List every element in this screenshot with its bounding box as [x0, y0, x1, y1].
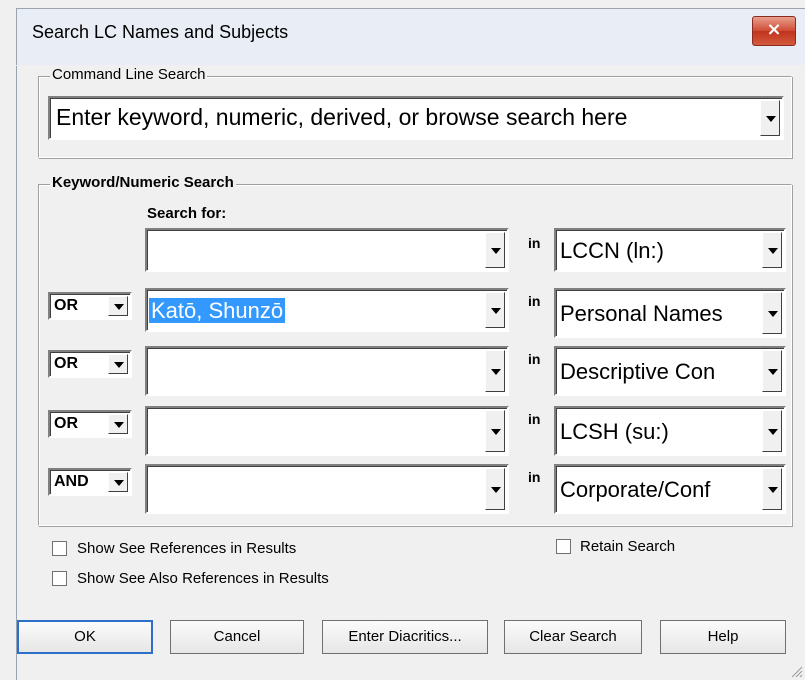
index-value-2[interactable]: Personal Names [560, 301, 723, 327]
search-term-dropdown-icon-5[interactable] [485, 468, 505, 510]
search-term-combo-1[interactable] [145, 228, 509, 272]
operator-combo-5[interactable]: AND [48, 468, 132, 496]
search-for-label: Search for: [147, 205, 227, 222]
command-line-dropdown-icon[interactable] [760, 100, 780, 136]
index-value-1[interactable]: LCCN (ln:) [560, 238, 664, 264]
search-term-dropdown-icon-1[interactable] [485, 232, 505, 268]
index-combo-3[interactable]: Descriptive Con [554, 346, 786, 396]
operator-dropdown-icon-3[interactable] [108, 354, 128, 374]
index-value-4[interactable]: LCSH (su:) [560, 419, 669, 445]
resize-grip-icon[interactable] [789, 664, 803, 678]
ok-button[interactable]: OK [17, 620, 153, 654]
index-dropdown-icon-1[interactable] [762, 232, 782, 268]
search-term-combo-4[interactable] [145, 406, 509, 456]
operator-value-3[interactable]: OR [54, 355, 78, 373]
show-see-refs-label[interactable]: Show See References in Results [77, 540, 296, 557]
operator-dropdown-icon-4[interactable] [108, 414, 128, 434]
search-term-value-2[interactable]: Katō, Shunzō [149, 298, 286, 324]
command-line-legend: Command Line Search [50, 66, 208, 83]
title-bar: Search LC Names and Subjects × [0, 0, 805, 66]
search-term-combo-3[interactable] [145, 346, 509, 396]
keyword-legend: Keyword/Numeric Search [50, 174, 236, 191]
search-term-combo-5[interactable] [145, 464, 509, 514]
index-combo-1[interactable]: LCCN (ln:) [554, 228, 786, 272]
operator-combo-3[interactable]: OR [48, 350, 132, 378]
operator-combo-4[interactable]: OR [48, 410, 132, 438]
close-icon: × [766, 19, 782, 40]
in-label-1: in [528, 235, 541, 251]
search-term-selection-2[interactable]: Katō, Shunzō [149, 298, 286, 323]
operator-combo-2[interactable]: OR [48, 292, 132, 320]
in-label-4: in [528, 411, 541, 427]
operator-dropdown-icon-2[interactable] [108, 296, 128, 316]
search-term-dropdown-icon-2[interactable] [485, 292, 505, 328]
close-button[interactable]: × [752, 16, 796, 46]
search-term-dropdown-icon-3[interactable] [485, 350, 505, 392]
index-dropdown-icon-5[interactable] [762, 468, 782, 510]
in-label-5: in [528, 469, 541, 485]
show-see-also-refs-label[interactable]: Show See Also References in Results [77, 570, 329, 587]
cancel-button[interactable]: Cancel [170, 620, 304, 654]
clear-search-button[interactable]: Clear Search [504, 620, 642, 654]
command-line-value[interactable]: Enter keyword, numeric, derived, or brow… [56, 104, 627, 131]
command-line-combo[interactable]: Enter keyword, numeric, derived, or brow… [48, 96, 784, 140]
search-term-combo-2[interactable]: Katō, Shunzō [145, 288, 509, 332]
retain-search-checkbox[interactable] [556, 539, 571, 554]
index-dropdown-icon-3[interactable] [762, 350, 782, 392]
index-combo-5[interactable]: Corporate/Conf [554, 464, 786, 514]
index-combo-4[interactable]: LCSH (su:) [554, 406, 786, 456]
index-value-3[interactable]: Descriptive Con [560, 359, 715, 385]
window-title: Search LC Names and Subjects [32, 22, 289, 42]
in-label-2: in [528, 293, 541, 309]
operator-value-4[interactable]: OR [54, 415, 78, 433]
index-combo-2[interactable]: Personal Names [554, 288, 786, 338]
help-button[interactable]: Help [660, 620, 786, 654]
search-term-dropdown-icon-4[interactable] [485, 410, 505, 452]
index-dropdown-icon-2[interactable] [762, 292, 782, 334]
enter-diacritics-button[interactable]: Enter Diacritics... [322, 620, 488, 654]
in-label-3: in [528, 351, 541, 367]
index-dropdown-icon-4[interactable] [762, 410, 782, 452]
operator-dropdown-icon-5[interactable] [108, 472, 128, 492]
show-see-refs-checkbox[interactable] [52, 541, 67, 556]
index-value-5[interactable]: Corporate/Conf [560, 477, 710, 503]
operator-value-2[interactable]: OR [54, 297, 78, 315]
operator-value-5[interactable]: AND [54, 473, 89, 491]
show-see-also-refs-checkbox[interactable] [52, 571, 67, 586]
retain-search-label[interactable]: Retain Search [580, 538, 675, 555]
